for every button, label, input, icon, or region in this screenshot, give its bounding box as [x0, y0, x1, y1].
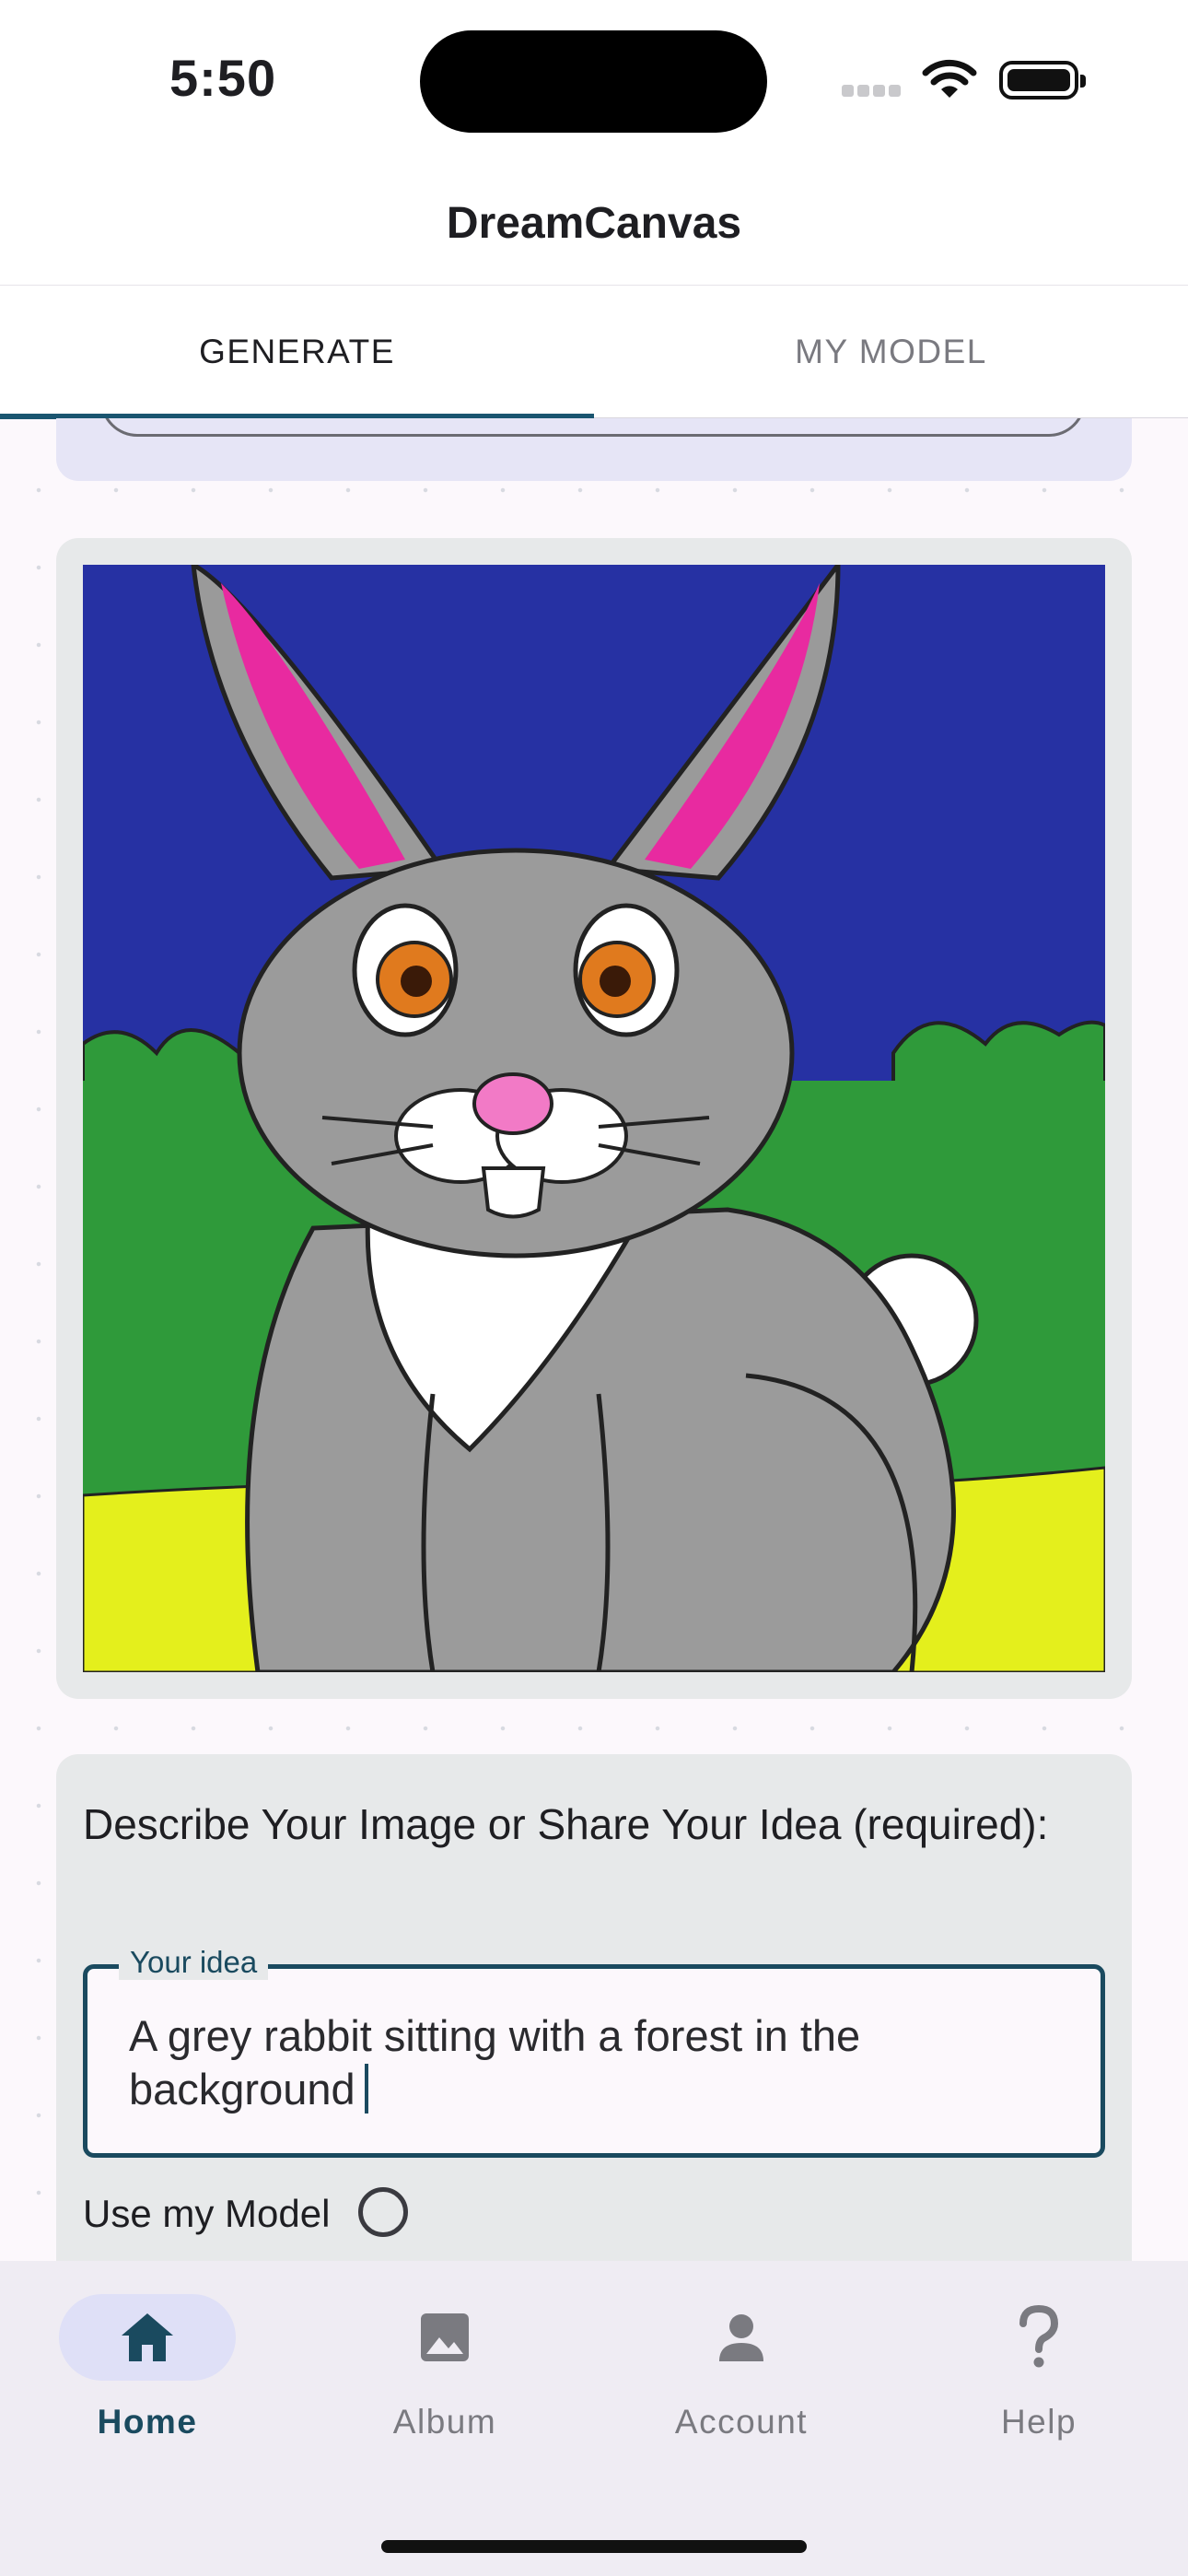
home-icon	[122, 2313, 173, 2361]
help-icon-container	[950, 2294, 1127, 2381]
previous-card	[56, 418, 1132, 481]
album-icon-container	[356, 2294, 533, 2381]
status-bar: 5:50	[0, 0, 1188, 161]
battery-icon	[999, 61, 1086, 100]
wifi-icon	[922, 59, 977, 98]
tab-my-model[interactable]: MY MODEL	[594, 286, 1188, 418]
idea-input-value: A grey rabbit sitting with a forest in t…	[129, 2011, 861, 2113]
nav-home[interactable]: Home	[55, 2294, 239, 2441]
use-my-model-radio[interactable]	[358, 2187, 408, 2237]
nav-album-label: Album	[392, 2403, 497, 2441]
person-icon	[719, 2314, 763, 2361]
prompt-card: Describe Your Image or Share Your Idea (…	[56, 1754, 1132, 2261]
account-icon-container	[653, 2294, 830, 2381]
nav-account[interactable]: Account	[649, 2294, 833, 2441]
prompt-heading: Describe Your Image or Share Your Idea (…	[83, 1800, 1049, 1848]
uploaded-drawing-image[interactable]	[83, 565, 1105, 1672]
content-scroll-area[interactable]: Describe Your Image or Share Your Idea (…	[0, 418, 1188, 2261]
nav-help-label: Help	[1000, 2403, 1077, 2441]
home-indicator[interactable]	[381, 2540, 807, 2553]
nav-album[interactable]: Album	[353, 2294, 537, 2441]
image-card	[56, 538, 1132, 1699]
image-icon	[421, 2313, 469, 2361]
use-my-model-label: Use my Model	[83, 2192, 331, 2235]
tab-generate[interactable]: GENERATE	[0, 286, 594, 418]
help-icon	[1019, 2305, 1059, 2368]
idea-input-label: Your idea	[119, 1945, 269, 1980]
nav-account-label: Account	[674, 2403, 809, 2441]
cellular-signal-icon	[842, 85, 904, 101]
idea-input-text[interactable]: A grey rabbit sitting with a forest in t…	[129, 2009, 1050, 2116]
rabbit-drawing	[83, 565, 1105, 1672]
status-time: 5:50	[169, 49, 277, 107]
nav-home-label: Home	[97, 2403, 198, 2441]
app-title: DreamCanvas	[0, 161, 1188, 286]
text-caret	[364, 2064, 368, 2113]
nav-help[interactable]: Help	[947, 2294, 1131, 2441]
idea-input[interactable]: Your idea A grey rabbit sitting with a f…	[83, 1945, 1105, 2158]
previous-card-field	[100, 418, 1086, 437]
bottom-navigation-bar: Home Album Account Help	[0, 2261, 1188, 2576]
home-icon-container	[59, 2294, 236, 2381]
tab-bar: GENERATE MY MODEL	[0, 286, 1188, 419]
dynamic-island	[420, 30, 767, 133]
